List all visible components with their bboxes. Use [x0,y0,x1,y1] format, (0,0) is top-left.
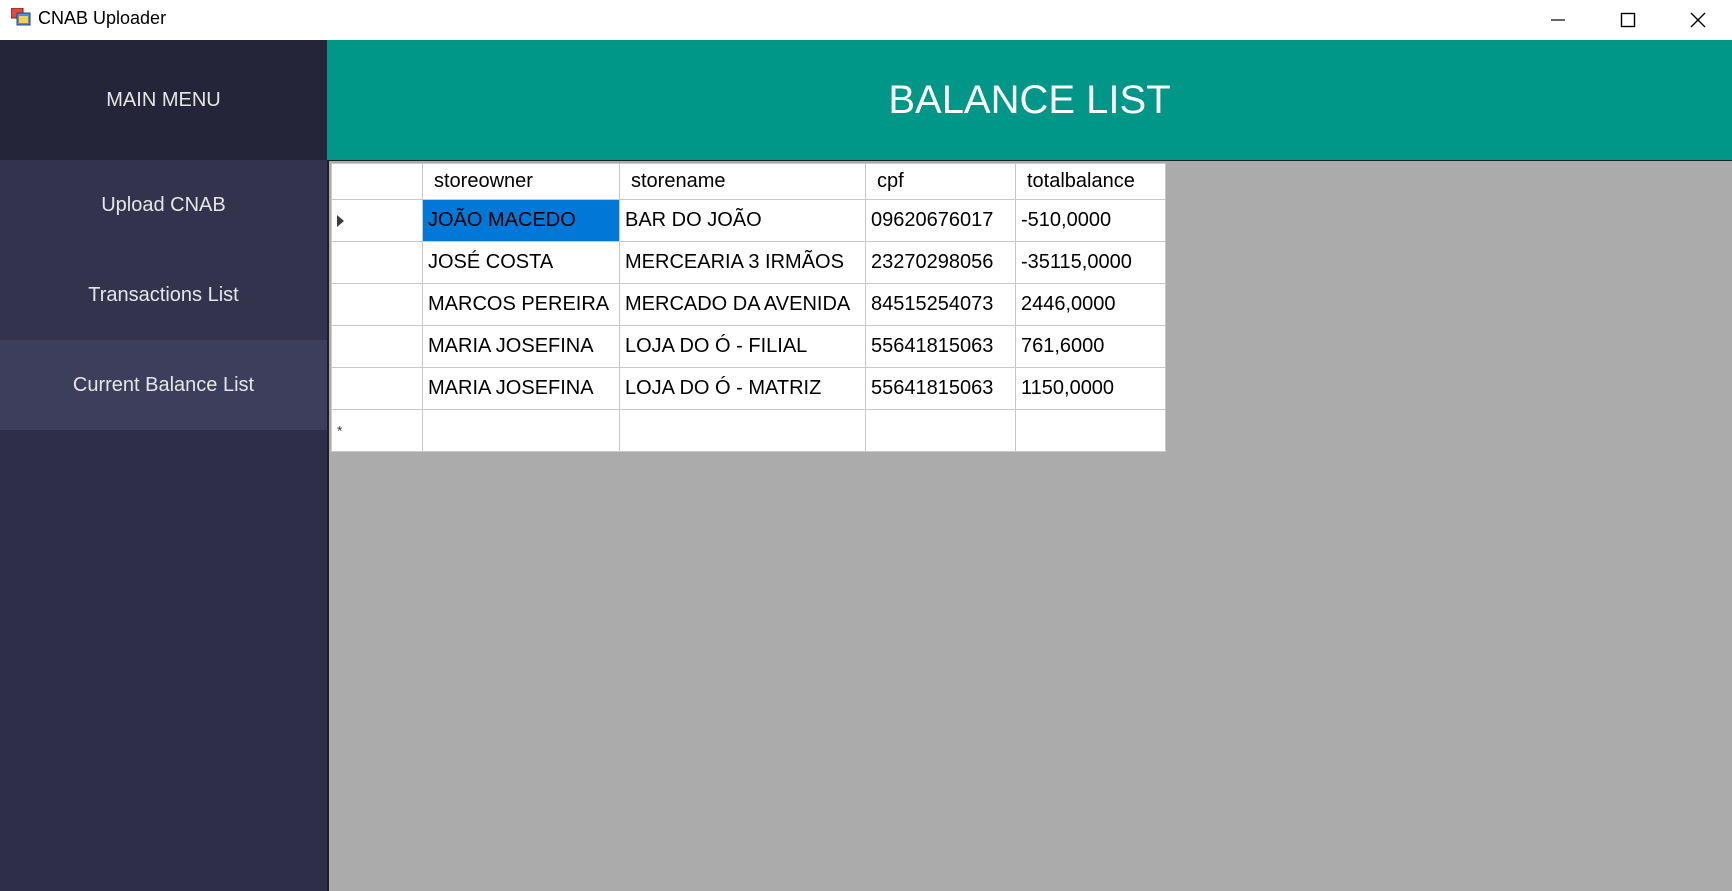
close-button[interactable] [1663,0,1732,40]
cell-totalbalance[interactable]: -35115,0000 [1015,241,1166,284]
row-header[interactable] [331,325,423,368]
cell-storeowner[interactable]: MARIA JOSEFINA [422,367,620,410]
sidebar-item-transactions-list[interactable]: Transactions List [0,250,327,340]
cell-cpf[interactable]: 23270298056 [865,241,1016,284]
table-row[interactable]: MARCOS PEREIRA MERCADO DA AVENIDA 845152… [331,283,1166,326]
window-titlebar: CNAB Uploader [0,0,1732,40]
column-header-totalbalance[interactable]: totalbalance [1015,163,1166,200]
column-header-cpf[interactable]: cpf [865,163,1016,200]
cell-totalbalance[interactable]: 761,6000 [1015,325,1166,368]
table-row[interactable]: JOSÉ COSTA MERCEARIA 3 IRMÃOS 2327029805… [331,241,1166,284]
row-header[interactable] [331,283,423,326]
sidebar-item-upload-cnab[interactable]: Upload CNAB [0,160,327,250]
cell-storeowner[interactable]: MARCOS PEREIRA [422,283,620,326]
cell-storename[interactable]: MERCADO DA AVENIDA [619,283,866,326]
row-header[interactable] [331,241,423,284]
new-cell-storename[interactable] [619,409,866,452]
close-icon [1690,12,1706,28]
cell-storename[interactable]: LOJA DO Ó - FILIAL [619,325,866,368]
new-cell-cpf[interactable] [865,409,1016,452]
sidebar: MAIN MENU Upload CNAB Transactions List … [0,40,327,891]
table-row[interactable]: MARIA JOSEFINA LOJA DO Ó - FILIAL 556418… [331,325,1166,368]
sidebar-item-current-balance-list[interactable]: Current Balance List [0,340,327,430]
app-window-icon [11,8,31,26]
new-cell-totalbalance[interactable] [1015,409,1166,452]
cell-storeowner[interactable]: JOSÉ COSTA [422,241,620,284]
minimize-button[interactable] [1523,0,1593,40]
cell-totalbalance[interactable]: 2446,0000 [1015,283,1166,326]
maximize-button[interactable] [1593,0,1663,40]
new-row-header[interactable]: * [331,409,423,452]
current-row-arrow-icon [337,214,344,227]
cell-cpf[interactable]: 09620676017 [865,199,1016,242]
cell-storename[interactable]: BAR DO JOÃO [619,199,866,242]
cell-totalbalance[interactable]: -510,0000 [1015,199,1166,242]
cell-cpf[interactable]: 84515254073 [865,283,1016,326]
cell-storeowner[interactable]: MARIA JOSEFINA [422,325,620,368]
new-row-asterisk-icon: * [337,422,343,439]
page-title: BALANCE LIST [327,40,1732,160]
cell-storeowner[interactable]: JOÃO MACEDO [422,199,620,242]
window-title: CNAB Uploader [38,8,167,28]
column-header-storename[interactable]: storename [619,163,866,200]
grid-corner-header[interactable] [331,163,423,200]
maximize-icon [1620,12,1636,28]
grid-header-row: storeowner storename cpf totalbalance [331,163,1166,200]
cell-storename[interactable]: MERCEARIA 3 IRMÃOS [619,241,866,284]
row-header[interactable] [331,367,423,410]
table-row[interactable]: MARIA JOSEFINA LOJA DO Ó - MATRIZ 556418… [331,367,1166,410]
sidebar-header: MAIN MENU [0,40,327,160]
cell-storename[interactable]: LOJA DO Ó - MATRIZ [619,367,866,410]
new-cell-storeowner[interactable] [422,409,620,452]
cell-cpf[interactable]: 55641815063 [865,325,1016,368]
cell-cpf[interactable]: 55641815063 [865,367,1016,410]
balance-data-grid[interactable]: storeowner storename cpf totalbalance JO… [331,163,1166,452]
cell-totalbalance[interactable]: 1150,0000 [1015,367,1166,410]
data-grid-area: storeowner storename cpf totalbalance JO… [327,160,1732,891]
row-header[interactable] [331,199,423,242]
column-header-storeowner[interactable]: storeowner [422,163,620,200]
new-row[interactable]: * [331,409,1166,452]
table-row[interactable]: JOÃO MACEDO BAR DO JOÃO 09620676017 -510… [331,199,1166,242]
minimize-icon [1551,19,1565,21]
